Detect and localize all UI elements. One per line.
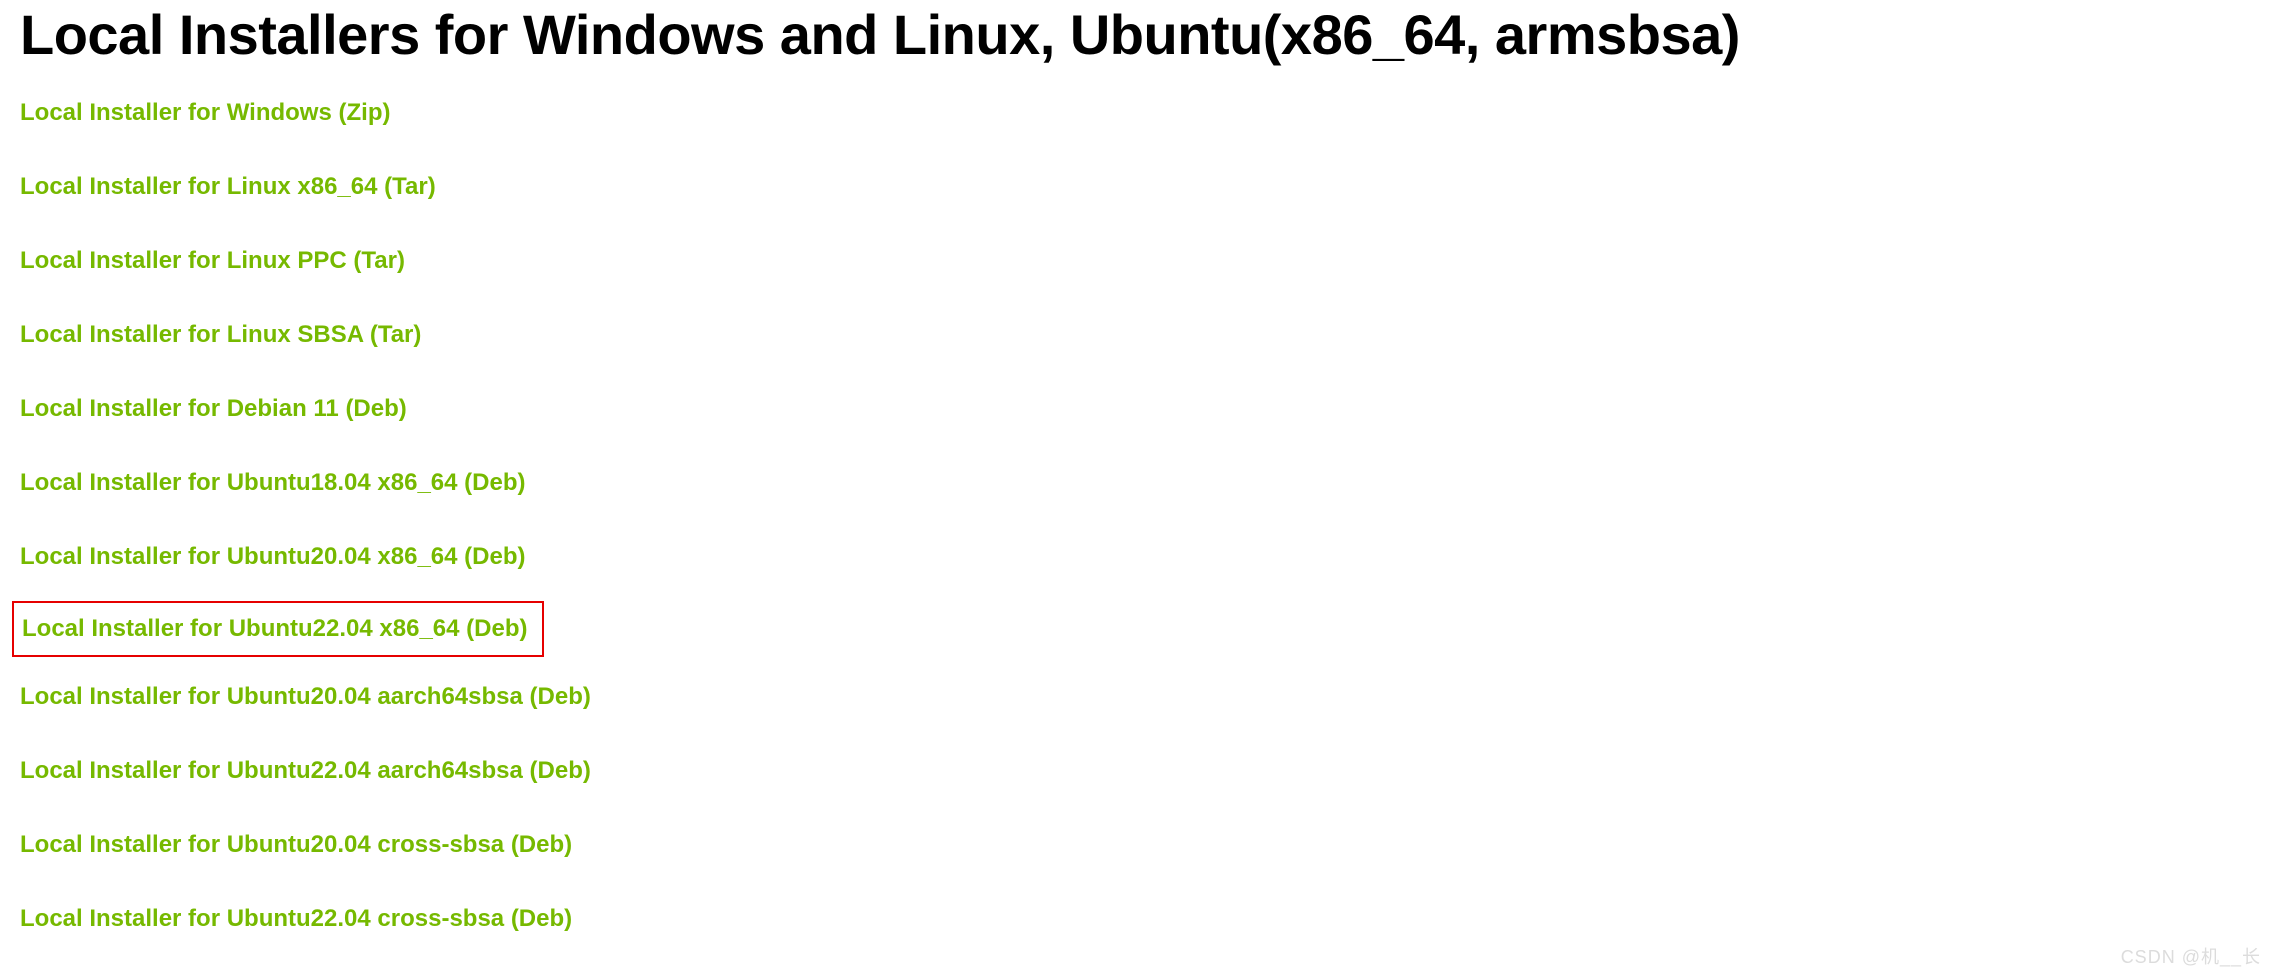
installer-link[interactable]: Local Installer for Ubuntu20.04 aarch64s… bbox=[20, 677, 599, 717]
installer-link[interactable]: Local Installer for Ubuntu22.04 aarch64s… bbox=[20, 751, 599, 791]
installer-link[interactable]: Local Installer for Ubuntu18.04 x86_64 (… bbox=[20, 463, 534, 503]
installer-link[interactable]: Local Installer for Linux PPC (Tar) bbox=[20, 241, 413, 281]
installer-links-list: Local Installer for Windows (Zip) Local I… bbox=[20, 85, 2269, 965]
installer-link[interactable]: Local Installer for Ubuntu22.04 cross-sb… bbox=[20, 899, 580, 939]
installer-link-row: Local Installer for Debian 11 (Deb) bbox=[20, 381, 2269, 437]
installer-link-row: Local Installer for Linux PPC (Tar) bbox=[20, 233, 2269, 289]
installer-link-row: Local Installer for Ubuntu22.04 x86_64 (… bbox=[12, 601, 544, 657]
installer-link[interactable]: Local Installer for Ubuntu22.04 x86_64 (… bbox=[20, 609, 536, 649]
installer-link[interactable]: Local Installer for Linux x86_64 (Tar) bbox=[20, 167, 444, 207]
installer-link-row: Local Installer for Ubuntu18.04 x86_64 (… bbox=[20, 455, 2269, 511]
installer-link-row: Local Installer for Ubuntu22.04 cross-sb… bbox=[20, 891, 2269, 947]
installer-link-row: Local Installer for Ubuntu20.04 aarch64s… bbox=[20, 669, 2269, 725]
installer-link-row: Local Installer for Ubuntu20.04 cross-sb… bbox=[20, 817, 2269, 873]
watermark-text: CSDN @机__长 bbox=[2121, 943, 2261, 969]
installer-link[interactable]: Local Installer for Ubuntu20.04 cross-sb… bbox=[20, 825, 580, 865]
installer-link[interactable]: Local Installer for Debian 11 (Deb) bbox=[20, 389, 415, 429]
installer-link[interactable]: Local Installer for Windows (Zip) bbox=[20, 93, 398, 133]
installer-link-row: Local Installer for Linux x86_64 (Tar) bbox=[20, 159, 2269, 215]
installer-link[interactable]: Local Installer for Linux SBSA (Tar) bbox=[20, 315, 429, 355]
installer-link-row: Local Installer for Ubuntu22.04 aarch64s… bbox=[20, 743, 2269, 799]
installer-link-row: Local Installer for Ubuntu20.04 x86_64 (… bbox=[20, 529, 2269, 585]
installer-link-row: Local Installer for Linux SBSA (Tar) bbox=[20, 307, 2269, 363]
installer-link-row: Local Installer for Windows (Zip) bbox=[20, 85, 2269, 141]
page-title: Local Installers for Windows and Linux, … bbox=[20, 0, 2269, 85]
installer-link[interactable]: Local Installer for Ubuntu20.04 x86_64 (… bbox=[20, 537, 534, 577]
